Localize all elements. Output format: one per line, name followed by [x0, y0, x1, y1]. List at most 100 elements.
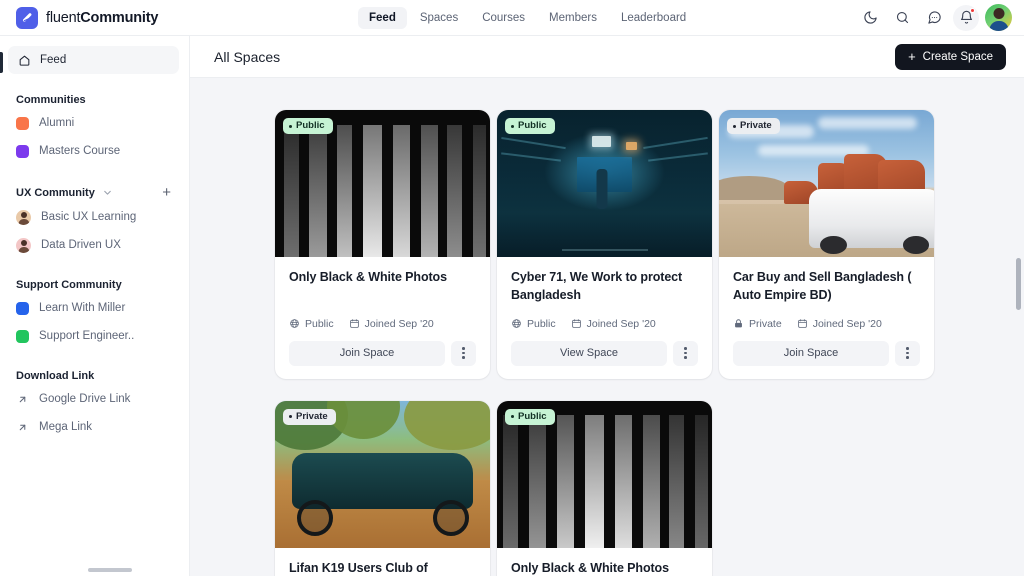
- space-card[interactable]: Public Cyber 71, We Work to protect Bang…: [497, 110, 712, 379]
- sidebar: Feed Communities Alumni Masters Course U…: [0, 36, 190, 576]
- join-space-button[interactable]: Join Space: [733, 341, 889, 366]
- status-badge: Public: [505, 118, 555, 134]
- fluent-logo-icon: [16, 7, 38, 29]
- calendar-icon: [797, 318, 808, 329]
- sidebar-item-data-driven-ux[interactable]: Data Driven UX: [0, 231, 189, 259]
- header-actions: [857, 4, 1012, 31]
- sidebar-group-download-link: Download Link: [0, 370, 189, 382]
- badge-dot-icon: [511, 125, 514, 128]
- calendar-icon: [571, 318, 582, 329]
- content-header: All Spaces + Create Space: [190, 36, 1024, 78]
- joined-label: Joined Sep '20: [813, 318, 882, 330]
- status-badge-label: Public: [296, 121, 325, 131]
- space-card-body: Cyber 71, We Work to protect Bangladesh …: [497, 257, 712, 379]
- space-card[interactable]: Public Only Black & White Photos Public …: [275, 110, 490, 379]
- nav-item-members[interactable]: Members: [538, 7, 608, 29]
- brand-name: fluentCommunity: [46, 10, 158, 26]
- space-card-title: Only Black & White Photos: [511, 560, 698, 576]
- app-header: fluentCommunity Feed Spaces Courses Memb…: [0, 0, 1024, 36]
- sidebar-item-masters-course[interactable]: Masters Course: [0, 137, 189, 165]
- sidebar-item-mega-link[interactable]: Mega Link: [0, 413, 189, 441]
- photo-suv: [809, 189, 934, 248]
- add-space-button[interactable]: +: [162, 185, 171, 200]
- sidebar-item-feed[interactable]: Feed: [8, 46, 179, 74]
- primary-nav: Feed Spaces Courses Members Leaderboard: [358, 7, 697, 29]
- photo-figure: [597, 169, 608, 209]
- space-card-image: Public: [497, 401, 712, 548]
- main-content: All Spaces + Create Space: [190, 36, 1024, 576]
- space-card-actions: View Space: [511, 341, 698, 366]
- status-badge-label: Public: [518, 121, 547, 131]
- sidebar-item-alumni[interactable]: Alumni: [0, 109, 189, 137]
- sidebar-item-basic-ux-learning[interactable]: Basic UX Learning: [0, 203, 189, 231]
- space-card-body: Only Black & White Photos: [497, 548, 712, 576]
- avatar-body: [989, 21, 1008, 31]
- visibility-label: Public: [305, 318, 334, 330]
- visibility-meta: Private: [733, 318, 782, 330]
- notifications-icon[interactable]: [953, 5, 979, 31]
- sidebar-group-communities-label: Communities: [16, 94, 86, 106]
- joined-label: Joined Sep '20: [365, 318, 434, 330]
- space-card-meta: Public Joined Sep '20: [289, 305, 476, 330]
- space-card-body: Car Buy and Sell Bangladesh ( Auto Empir…: [719, 257, 934, 379]
- status-badge-label: Private: [740, 121, 772, 131]
- sidebar-item-feed-label: Feed: [40, 54, 66, 66]
- nav-item-courses[interactable]: Courses: [471, 7, 536, 29]
- member-avatar-icon: [16, 210, 31, 225]
- space-card-body: Only Black & White Photos Public Joined …: [275, 257, 490, 379]
- status-badge-label: Private: [296, 412, 328, 422]
- sidebar-item-alumni-label: Alumni: [39, 117, 74, 129]
- sidebar-group-ux-community[interactable]: UX Community +: [0, 185, 189, 200]
- space-card-more-menu-button[interactable]: [451, 341, 476, 366]
- space-card-meta: Public Joined Sep '20: [511, 305, 698, 330]
- page-title: All Spaces: [214, 49, 280, 65]
- space-card-actions: Join Space: [289, 341, 476, 366]
- joined-meta: Joined Sep '20: [349, 318, 434, 330]
- color-swatch-icon: [16, 330, 29, 343]
- search-icon[interactable]: [889, 5, 915, 31]
- external-link-icon: [16, 422, 29, 433]
- space-card-more-menu-button[interactable]: [673, 341, 698, 366]
- create-space-button[interactable]: + Create Space: [895, 44, 1006, 70]
- dark-mode-icon[interactable]: [857, 5, 883, 31]
- spaces-grid-wrapper: Public Only Black & White Photos Public …: [190, 78, 1024, 576]
- visibility-label: Public: [527, 318, 556, 330]
- space-card-image: Private: [719, 110, 934, 257]
- notification-badge-dot: [970, 8, 975, 13]
- join-space-button[interactable]: Join Space: [289, 341, 445, 366]
- sidebar-item-support-engineer[interactable]: Support Engineer..: [0, 322, 189, 350]
- nav-item-leaderboard[interactable]: Leaderboard: [610, 7, 697, 29]
- main-vertical-scrollbar[interactable]: [1016, 258, 1021, 310]
- brand-logo[interactable]: fluentCommunity: [0, 7, 280, 29]
- brand-name-light: fluent: [46, 10, 80, 26]
- space-card-title: Only Black & White Photos: [289, 269, 476, 287]
- sidebar-horizontal-scrollbar[interactable]: [88, 568, 132, 572]
- visibility-meta: Public: [511, 318, 556, 330]
- space-card[interactable]: Private Lifan K19 Users Club of Banglade…: [275, 401, 490, 576]
- badge-dot-icon: [733, 125, 736, 128]
- status-badge: Private: [283, 409, 336, 425]
- spaces-grid: Public Only Black & White Photos Public …: [275, 110, 939, 576]
- nav-item-spaces[interactable]: Spaces: [409, 7, 469, 29]
- space-card-title: Lifan K19 Users Club of Bangladesh: [289, 560, 476, 576]
- messages-icon[interactable]: [921, 5, 947, 31]
- avatar[interactable]: [985, 4, 1012, 31]
- space-card[interactable]: Private Car Buy and Sell Bangladesh ( Au…: [719, 110, 934, 379]
- sidebar-item-learn-with-miller-label: Learn With Miller: [39, 302, 125, 314]
- sidebar-selection-indicator: [0, 52, 3, 73]
- chevron-down-icon[interactable]: [102, 187, 113, 198]
- space-card-more-menu-button[interactable]: [895, 341, 920, 366]
- status-badge: Public: [505, 409, 555, 425]
- nav-item-feed[interactable]: Feed: [358, 7, 407, 29]
- sidebar-item-google-drive-link[interactable]: Google Drive Link: [0, 385, 189, 413]
- joined-meta: Joined Sep '20: [797, 318, 882, 330]
- view-space-button[interactable]: View Space: [511, 341, 667, 366]
- badge-dot-icon: [289, 125, 292, 128]
- sidebar-item-learn-with-miller[interactable]: Learn With Miller: [0, 294, 189, 322]
- color-swatch-icon: [16, 302, 29, 315]
- space-card-image: Public: [497, 110, 712, 257]
- globe-icon: [511, 318, 522, 329]
- badge-dot-icon: [511, 415, 514, 418]
- space-card-body: Lifan K19 Users Club of Bangladesh: [275, 548, 490, 576]
- space-card[interactable]: Public Only Black & White Photos: [497, 401, 712, 576]
